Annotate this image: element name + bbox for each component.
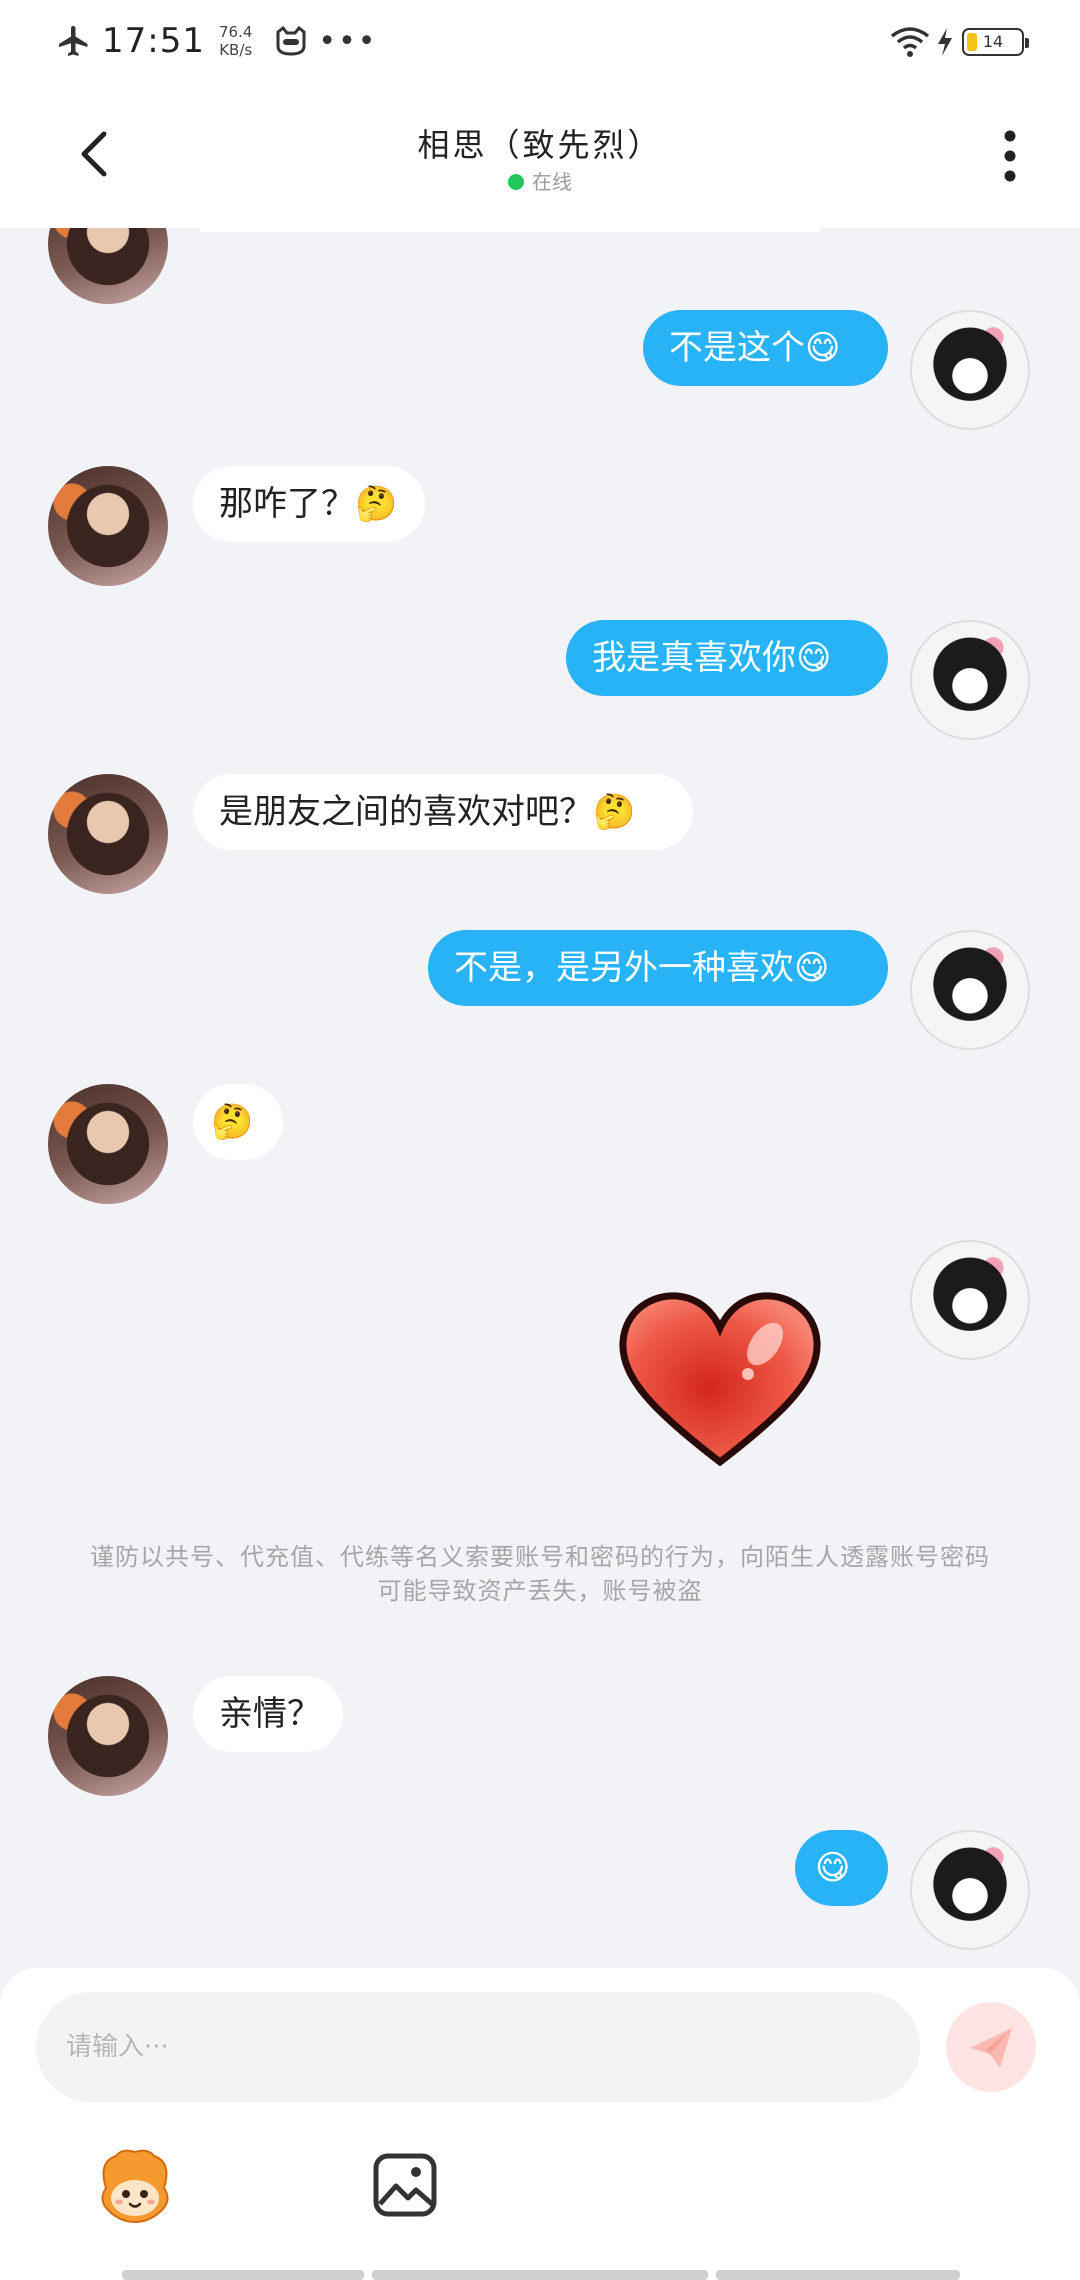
clock: 17:51 (102, 21, 205, 61)
message-bubble-incoming[interactable]: 那咋了？🤔 (193, 466, 425, 542)
online-dot-icon (508, 174, 524, 190)
my-avatar[interactable] (910, 310, 1030, 430)
my-avatar[interactable] (910, 1240, 1030, 1360)
message-list[interactable]: 不是这个😋 那咋了？🤔 我是真喜欢你😋 是朋友之间的喜欢对吧？🤔 不是，是另外一… (0, 228, 1080, 1968)
contact-avatar[interactable] (48, 1084, 168, 1204)
security-notice: 谨防以共号、代充值、代练等名义索要账号和密码的行为，向陌生人透露账号密码可能导致… (90, 1543, 990, 1605)
more-options-icon[interactable] (992, 126, 1028, 186)
message-bubble-incoming[interactable]: 亲情？ (193, 1676, 343, 1752)
paper-plane-icon (970, 2028, 1012, 2068)
message-input[interactable] (36, 1992, 920, 2102)
online-status: 在线 (0, 166, 1080, 195)
more-notifications-icon: ••• (318, 23, 378, 59)
wifi-icon (890, 27, 930, 57)
message-bubble-incoming[interactable]: 是朋友之间的喜欢对吧？🤔 (193, 774, 693, 850)
message-bubble-outgoing[interactable]: 不是这个😋 (643, 310, 888, 386)
my-avatar[interactable] (910, 930, 1030, 1050)
contact-name: 相思（致先烈） (417, 126, 663, 164)
network-speed: 76.4 KB/s (218, 23, 253, 59)
cat-app-icon (276, 26, 306, 56)
charging-icon (938, 28, 952, 56)
gesture-bar-segment (122, 2270, 364, 2280)
chat-header: 相思（致先烈） 在线 (0, 82, 1080, 228)
message-bubble-outgoing[interactable]: 不是，是另外一种喜欢😋 (428, 930, 888, 1006)
partial-bubble (200, 228, 820, 232)
mascot-sticker-icon[interactable] (92, 2148, 178, 2224)
image-picker-icon[interactable] (372, 2152, 438, 2218)
message-bubble-outgoing[interactable]: 我是真喜欢你😋 (566, 620, 888, 696)
battery-icon: 14 (962, 28, 1029, 56)
gesture-bar-segment (716, 2270, 960, 2280)
my-avatar[interactable] (910, 1830, 1030, 1950)
heart-sticker[interactable] (615, 1290, 825, 1470)
airplane-mode-icon (59, 26, 88, 56)
my-avatar[interactable] (910, 620, 1030, 740)
message-bubble-incoming[interactable]: 🤔 (193, 1084, 283, 1160)
contact-avatar[interactable] (48, 1676, 168, 1796)
message-bubble-outgoing[interactable]: 😋 (795, 1830, 888, 1906)
composer-panel (0, 1968, 1080, 2280)
gesture-bar-segment (372, 2270, 708, 2280)
contact-avatar[interactable] (48, 466, 168, 586)
status-bar: 17:51 76.4 KB/s ••• 14 (0, 0, 1080, 82)
contact-avatar[interactable] (48, 774, 168, 894)
contact-avatar[interactable] (48, 228, 168, 304)
send-button[interactable] (946, 2002, 1036, 2092)
